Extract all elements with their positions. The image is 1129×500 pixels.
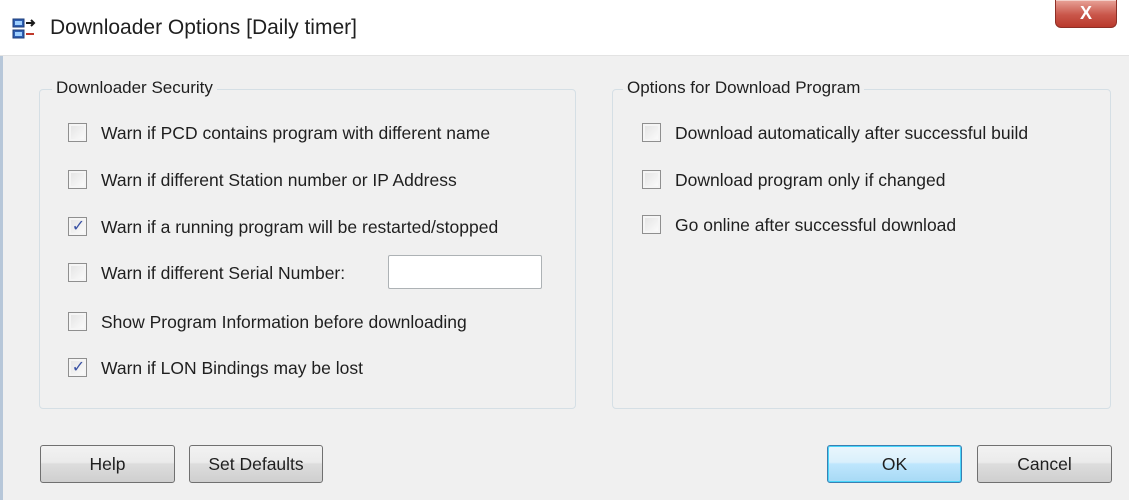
option-label: Show Program Information before download… <box>101 312 467 332</box>
title-bar[interactable]: Downloader Options [Daily timer] X <box>0 0 1129 56</box>
dialog-title: Downloader Options [Daily timer] <box>50 16 357 39</box>
checkbox[interactable] <box>68 263 87 282</box>
checkbox[interactable] <box>68 312 87 331</box>
downloader-app-icon <box>12 18 36 39</box>
option-label: Warn if different Station number or IP A… <box>101 170 457 190</box>
serial-number-input[interactable] <box>388 255 542 289</box>
checkbox[interactable] <box>642 123 661 142</box>
check-mark-icon: ✓ <box>71 359 86 376</box>
check-mark-icon: ✓ <box>71 218 86 235</box>
group-title: Options for Download Program <box>623 78 865 98</box>
downloader-options-dialog: Downloader Options [Daily timer] X Downl… <box>0 0 1129 500</box>
set-defaults-button[interactable]: Set Defaults <box>189 445 323 483</box>
ok-button[interactable]: OK <box>827 445 962 483</box>
option-label: Warn if different Serial Number: <box>101 263 346 283</box>
option-label: Warn if PCD contains program with differ… <box>101 123 491 143</box>
checkbox[interactable] <box>68 123 87 142</box>
option-label: Download automatically after successful … <box>675 123 1029 143</box>
option-label: Download program only if changed <box>675 170 946 190</box>
close-button[interactable]: X <box>1055 0 1117 28</box>
option-label: Go online after successful download <box>675 215 957 235</box>
group-title: Downloader Security <box>52 78 217 98</box>
checkbox-checked[interactable]: ✓ <box>68 217 87 236</box>
option-label: Warn if LON Bindings may be lost <box>101 358 363 378</box>
help-button[interactable]: Help <box>40 445 175 483</box>
close-icon: X <box>1079 3 1092 23</box>
checkbox[interactable] <box>68 170 87 189</box>
window-border <box>0 56 3 500</box>
option-label: Warn if a running program will be restar… <box>101 217 499 237</box>
checkbox-checked[interactable]: ✓ <box>68 358 87 377</box>
cancel-button[interactable]: Cancel <box>977 445 1112 483</box>
checkbox[interactable] <box>642 215 661 234</box>
checkbox[interactable] <box>642 170 661 189</box>
